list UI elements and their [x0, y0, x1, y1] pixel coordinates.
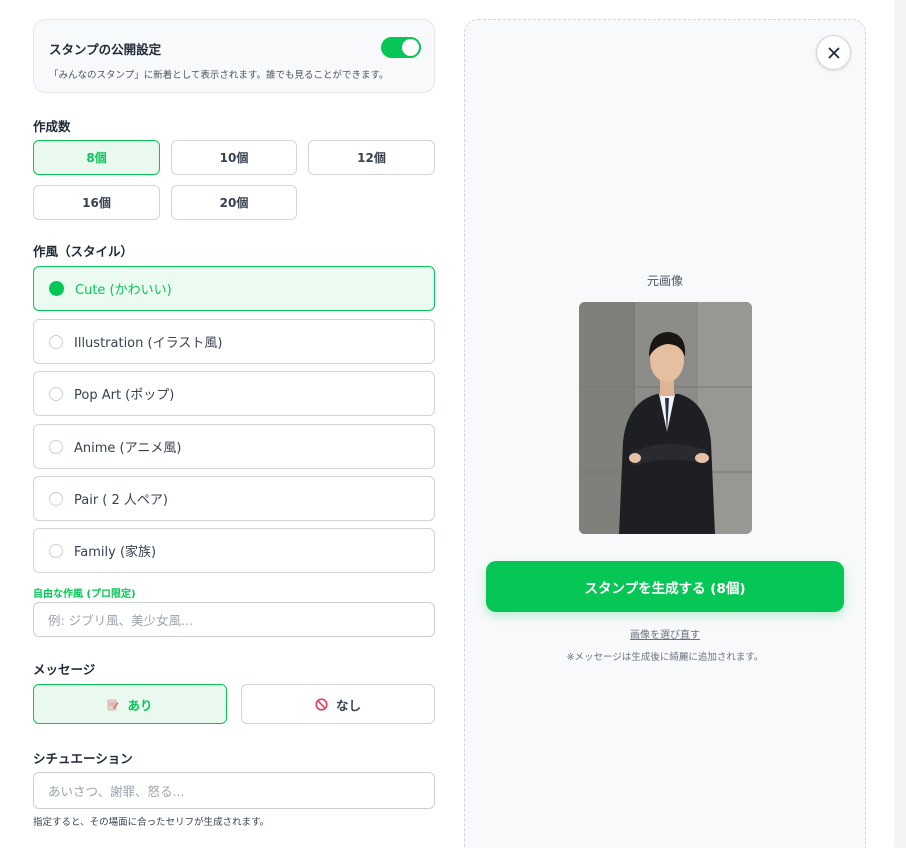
- style-option-pair[interactable]: Pair ( 2 人ペア): [33, 476, 435, 521]
- close-button[interactable]: [816, 35, 851, 70]
- count-option-16[interactable]: 16個: [33, 185, 160, 220]
- publish-settings-box: スタンプの公開設定 「みんなのスタンプ」に新着として表示されます。誰でも見ること…: [33, 19, 435, 93]
- count-option-10[interactable]: 10個: [171, 140, 297, 175]
- publish-toggle[interactable]: [381, 37, 421, 58]
- radio-icon: [49, 543, 63, 558]
- style-option-illustration[interactable]: Illustration (イラスト風): [33, 319, 435, 364]
- message-no-label: なし: [335, 697, 361, 713]
- style-option-label: Cute (かわいい): [75, 283, 172, 298]
- style-option-label: Pair ( 2 人ペア): [74, 493, 168, 508]
- preview-panel: 元画像 スタンプを生成する (8個) 画像を選び直す ※メッセージは生成後に綺麗…: [464, 19, 866, 848]
- style-option-anime[interactable]: Anime (アニメ風): [33, 424, 435, 469]
- publish-title: スタンプの公開設定: [49, 42, 162, 57]
- situation-hint: 指定すると、その場面に合ったセリフが生成されます。: [33, 817, 270, 828]
- prohibited-icon: [315, 697, 328, 711]
- memo-icon: [107, 698, 119, 711]
- style-option-pop-art[interactable]: Pop Art (ポップ): [33, 371, 435, 416]
- reselect-image-link[interactable]: 画像を選び直す: [465, 626, 865, 641]
- style-option-family[interactable]: Family (家族): [33, 528, 435, 573]
- count-option-8[interactable]: 8個: [33, 140, 160, 175]
- situation-label: シチュエーション: [33, 751, 133, 766]
- radio-selected-icon: [49, 281, 64, 296]
- close-icon: [828, 47, 839, 58]
- radio-icon: [49, 439, 63, 454]
- radio-icon: [49, 491, 63, 506]
- radio-icon: [49, 334, 63, 349]
- style-option-label: Anime (アニメ風): [74, 441, 182, 456]
- count-label: 作成数: [33, 119, 71, 134]
- style-label: 作風（スタイル）: [33, 244, 134, 259]
- style-option-label: Pop Art (ポップ): [74, 388, 175, 403]
- situation-input[interactable]: あいさつ、謝罪、怒る...: [33, 772, 435, 809]
- toggle-knob: [402, 39, 419, 56]
- style-option-label: Family (家族): [74, 545, 157, 560]
- free-style-input[interactable]: 例: ジブリ風、美少女風...: [33, 602, 435, 637]
- original-photo: [579, 302, 752, 534]
- generate-button[interactable]: スタンプを生成する (8個): [486, 561, 844, 612]
- publish-description: 「みんなのスタンプ」に新着として表示されます。誰でも見ることができます。: [49, 70, 389, 81]
- count-option-12[interactable]: 12個: [308, 140, 435, 175]
- message-label: メッセージ: [33, 662, 96, 677]
- count-option-20[interactable]: 20個: [171, 185, 297, 220]
- message-no-button[interactable]: なし: [241, 684, 435, 724]
- original-image-label: 元画像: [646, 274, 683, 288]
- style-option-label: Illustration (イラスト風): [74, 336, 223, 351]
- free-style-label: 自由な作風 (プロ限定): [33, 589, 136, 600]
- style-option-cute[interactable]: Cute (かわいい): [33, 266, 435, 311]
- message-note: ※メッセージは生成後に綺麗に追加されます。: [566, 652, 764, 663]
- message-yes-label: あり: [127, 697, 153, 713]
- radio-icon: [49, 386, 63, 401]
- message-yes-button[interactable]: あり: [33, 684, 227, 724]
